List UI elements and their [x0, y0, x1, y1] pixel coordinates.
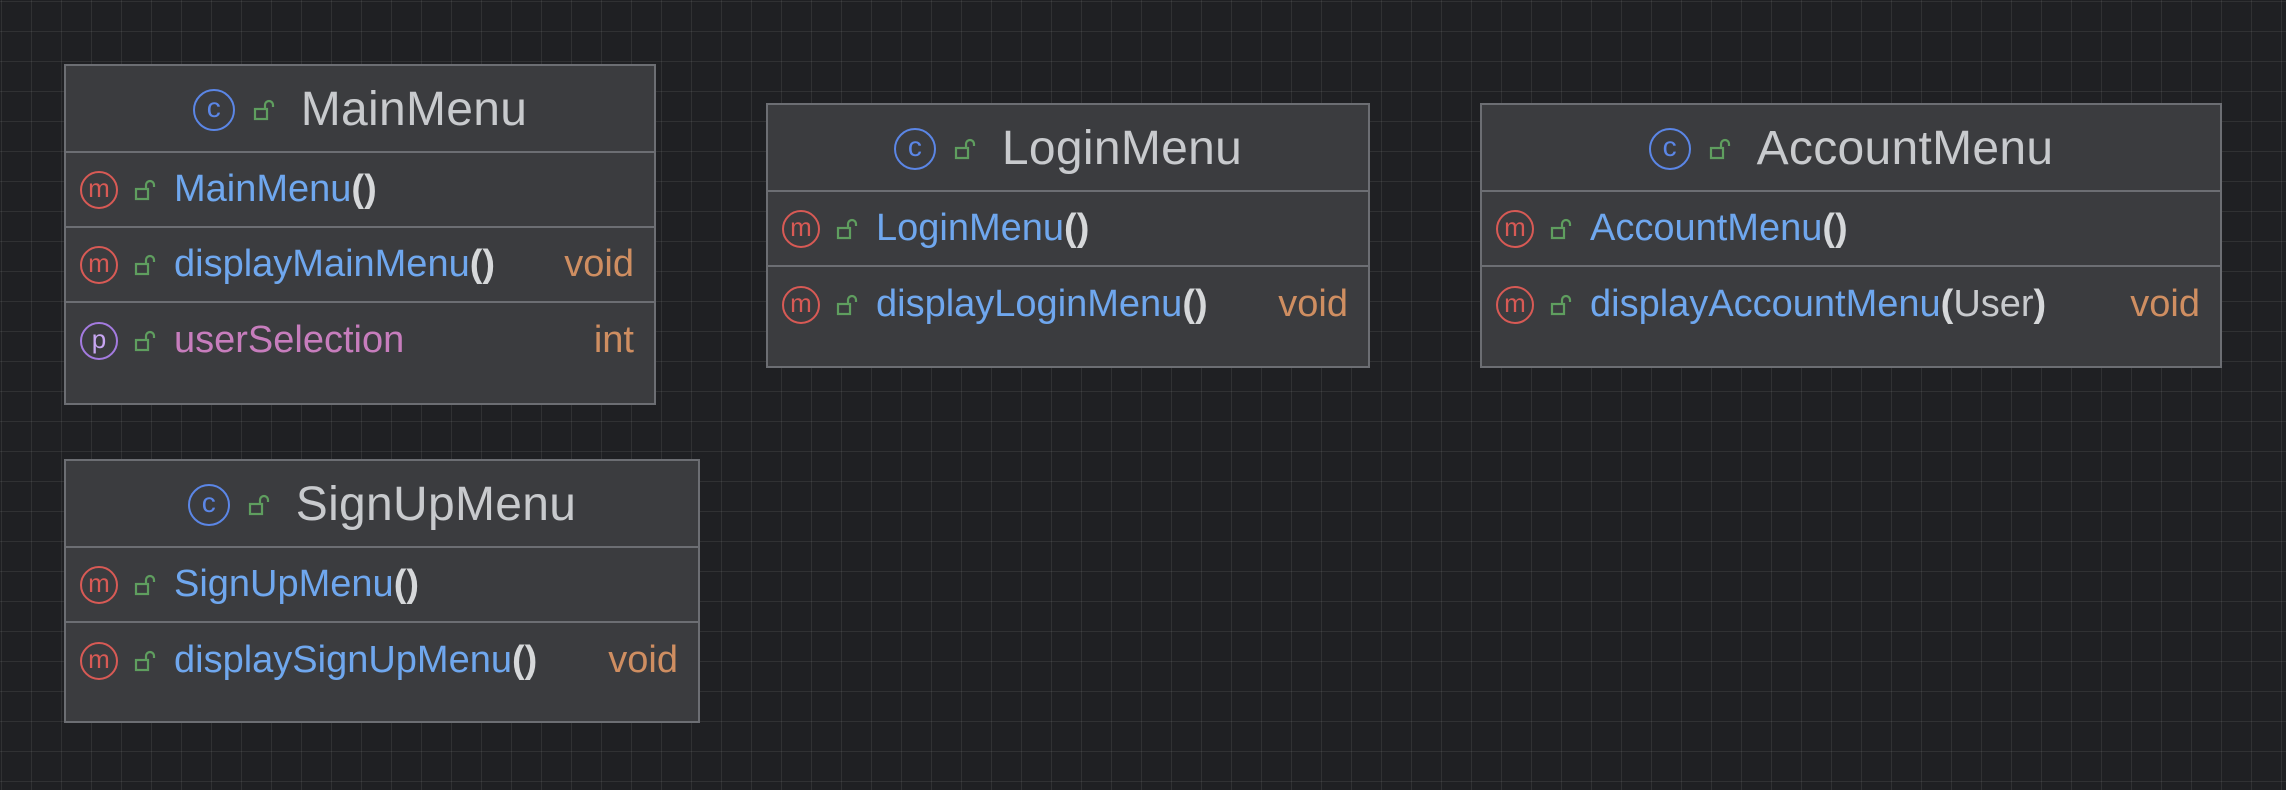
member-row-constructor[interactable]: m SignUpMenu()	[66, 548, 698, 623]
method-name: MainMenu	[174, 168, 352, 210]
property-type: int	[593, 319, 634, 361]
member-row-property[interactable]: p userSelection int	[66, 303, 654, 378]
close-paren: )	[2033, 283, 2047, 325]
method-icon: m	[80, 641, 118, 680]
unlocked-public-icon	[132, 252, 158, 278]
class-icon: c	[893, 127, 936, 170]
class-name: LoginMenu	[1001, 122, 1243, 175]
open-paren: (	[1064, 207, 1077, 249]
method-icon: m	[782, 209, 820, 248]
unlocked-public-icon	[251, 97, 277, 123]
open-paren: (	[1822, 207, 1836, 249]
close-paren: )	[1835, 207, 1848, 249]
class-header: c MainMenu	[66, 66, 654, 153]
member-row-method[interactable]: m displaySignUpMenu() void	[66, 623, 698, 698]
class-header: c SignUpMenu	[66, 461, 698, 548]
diagram-canvas: { "classes": [ { "name": "MainMenu", "ki…	[0, 0, 2286, 790]
member-row-method[interactable]: m displayAccountMenu(User) void	[1482, 267, 2220, 342]
class-node-signupmenu[interactable]: c SignUpMenu m SignUpMenu() m displaySig…	[64, 459, 700, 723]
class-icon: c	[1648, 127, 1691, 170]
class-node-accountmenu[interactable]: c AccountMenu m AccountMenu() m displayA…	[1480, 103, 2222, 368]
method-icon: m	[80, 170, 118, 209]
property-name: userSelection	[174, 319, 405, 361]
property-icon: p	[80, 321, 118, 360]
class-node-loginmenu[interactable]: c LoginMenu m LoginMenu() m displayLogin…	[766, 103, 1370, 368]
class-name: MainMenu	[300, 83, 528, 136]
return-type: void	[1278, 283, 1348, 325]
unlocked-public-icon	[834, 216, 860, 242]
method-name: displayMainMenu	[174, 243, 470, 285]
return-type: void	[564, 243, 634, 285]
class-name: SignUpMenu	[295, 478, 577, 531]
member-row-method[interactable]: m displayMainMenu() void	[66, 228, 654, 303]
class-header: c AccountMenu	[1482, 105, 2220, 192]
unlocked-public-icon	[1548, 216, 1574, 242]
unlocked-public-icon	[132, 177, 158, 203]
method-icon: m	[1496, 209, 1534, 248]
method-name: SignUpMenu	[174, 563, 394, 605]
class-name: AccountMenu	[1756, 122, 2054, 175]
member-row-constructor[interactable]: m AccountMenu()	[1482, 192, 2220, 267]
class-icon: c	[187, 483, 230, 526]
method-name: displaySignUpMenu	[174, 639, 512, 681]
return-type: void	[2130, 283, 2200, 325]
class-node-mainmenu[interactable]: c MainMenu m MainMenu() m displayMainMen…	[64, 64, 656, 405]
parameter-type: User	[1953, 283, 2034, 325]
open-paren: (	[351, 168, 365, 210]
method-name: AccountMenu	[1590, 207, 1823, 249]
unlocked-public-icon	[1707, 136, 1733, 162]
unlocked-public-icon	[1548, 292, 1574, 318]
unlocked-public-icon	[132, 328, 158, 354]
method-icon: m	[782, 285, 820, 324]
close-paren: )	[482, 243, 496, 285]
open-paren: (	[511, 639, 525, 681]
method-icon: m	[1496, 285, 1534, 324]
class-icon: c	[192, 88, 235, 131]
close-paren: )	[406, 563, 419, 605]
method-name: displayAccountMenu	[1590, 283, 1941, 325]
member-row-constructor[interactable]: m LoginMenu()	[768, 192, 1368, 267]
close-paren: )	[364, 168, 377, 210]
unlocked-public-icon	[132, 648, 158, 674]
class-header: c LoginMenu	[768, 105, 1368, 192]
method-icon: m	[80, 565, 118, 604]
member-row-constructor[interactable]: m MainMenu()	[66, 153, 654, 228]
unlocked-public-icon	[952, 136, 978, 162]
open-paren: (	[469, 243, 483, 285]
close-paren: )	[1194, 283, 1208, 325]
member-row-method[interactable]: m displayLoginMenu() void	[768, 267, 1368, 342]
unlocked-public-icon	[246, 492, 272, 518]
unlocked-public-icon	[132, 572, 158, 598]
return-type: void	[608, 639, 678, 681]
open-paren: (	[393, 563, 407, 605]
method-name: displayLoginMenu	[876, 283, 1183, 325]
open-paren: (	[1182, 283, 1195, 325]
method-icon: m	[80, 245, 118, 284]
close-paren: )	[524, 639, 538, 681]
method-name: LoginMenu	[876, 207, 1065, 249]
close-paren: )	[1076, 207, 1090, 249]
unlocked-public-icon	[834, 292, 860, 318]
open-paren: (	[1940, 283, 1954, 325]
